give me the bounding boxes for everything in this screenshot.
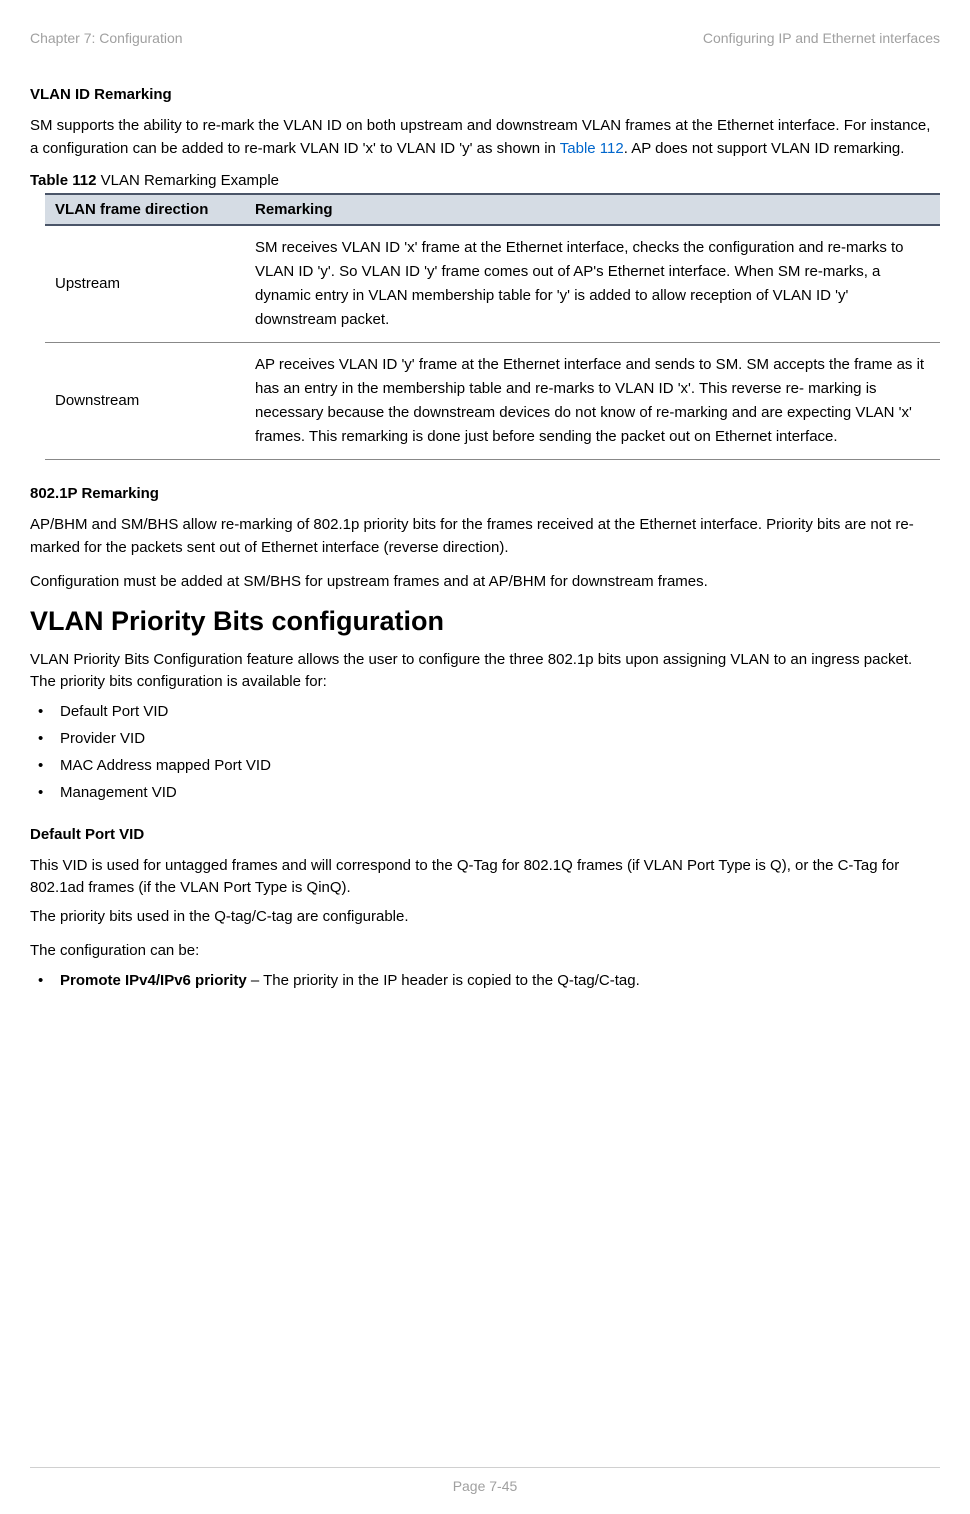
table-header-row: VLAN frame direction Remarking xyxy=(45,194,940,225)
table-reference-link[interactable]: Table 112 xyxy=(560,140,624,157)
page-header: Chapter 7: Configuration Configuring IP … xyxy=(30,30,940,46)
heading-vlan-id-remarking: VLAN ID Remarking xyxy=(30,86,940,103)
header-section: Configuring IP and Ethernet interfaces xyxy=(703,30,940,46)
col-header-direction: VLAN frame direction xyxy=(45,194,245,225)
paragraph-8021p-2: Configuration must be added at SM/BHS fo… xyxy=(30,571,940,594)
table-row: Upstream SM receives VLAN ID 'x' frame a… xyxy=(45,225,940,343)
paragraph-default-port-1: This VID is used for untagged frames and… xyxy=(30,855,940,900)
paragraph-vlan-id-remarking: SM supports the ability to re-mark the V… xyxy=(30,115,940,160)
cell-remarking: AP receives VLAN ID 'y' frame at the Eth… xyxy=(245,343,940,460)
heading-default-port-vid: Default Port VID xyxy=(30,826,940,843)
config-list: Promote IPv4/IPv6 priority – The priorit… xyxy=(30,967,940,994)
text-segment: . AP does not support VLAN ID remarking. xyxy=(624,140,905,157)
table-number: Table 112 xyxy=(30,172,96,189)
vlan-remarking-table: VLAN frame direction Remarking Upstream … xyxy=(45,193,940,460)
document-page: Chapter 7: Configuration Configuring IP … xyxy=(0,0,970,1514)
paragraph-vlan-priority: VLAN Priority Bits Configuration feature… xyxy=(30,649,940,694)
table-row: Downstream AP receives VLAN ID 'y' frame… xyxy=(45,343,940,460)
page-footer: Page 7-45 xyxy=(30,1467,940,1494)
table-title: VLAN Remarking Example xyxy=(96,172,279,189)
header-chapter: Chapter 7: Configuration xyxy=(30,30,183,46)
list-item: Default Port VID xyxy=(30,698,940,725)
list-item: MAC Address mapped Port VID xyxy=(30,752,940,779)
list-item-bold: Promote IPv4/IPv6 priority xyxy=(60,972,247,989)
paragraph-8021p-1: AP/BHM and SM/BHS allow re-marking of 80… xyxy=(30,514,940,559)
heading-8021p-remarking: 802.1P Remarking xyxy=(30,485,940,502)
col-header-remarking: Remarking xyxy=(245,194,940,225)
page-number: Page 7-45 xyxy=(453,1478,518,1494)
list-item-rest: – The priority in the IP header is copie… xyxy=(247,972,640,989)
cell-direction: Downstream xyxy=(45,343,245,460)
list-item: Provider VID xyxy=(30,725,940,752)
list-item: Management VID xyxy=(30,779,940,806)
priority-bits-list: Default Port VID Provider VID MAC Addres… xyxy=(30,698,940,806)
cell-direction: Upstream xyxy=(45,225,245,343)
cell-remarking: SM receives VLAN ID 'x' frame at the Eth… xyxy=(245,225,940,343)
table-caption: Table 112 VLAN Remarking Example xyxy=(30,172,940,189)
heading-vlan-priority-bits: VLAN Priority Bits configuration xyxy=(30,606,940,637)
paragraph-config-can-be: The configuration can be: xyxy=(30,940,940,963)
list-item: Promote IPv4/IPv6 priority – The priorit… xyxy=(30,967,940,994)
paragraph-default-port-2: The priority bits used in the Q-tag/C-ta… xyxy=(30,906,940,929)
